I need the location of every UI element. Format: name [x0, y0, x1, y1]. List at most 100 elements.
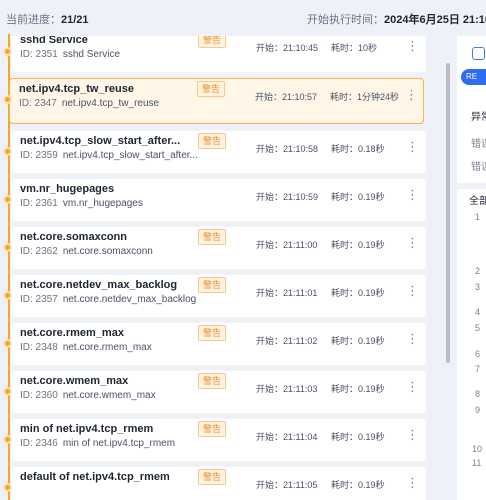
list-item[interactable]: sshd Service 警告 ID: 2351 sshd Service 开始：…: [11, 36, 426, 72]
item-duration: 耗时：0.19秒: [331, 384, 385, 394]
error-row: 错误: [471, 162, 486, 173]
item-subtitle: ID: 2348 net.core.rmem_max: [20, 342, 152, 353]
timeline-dot: [3, 339, 12, 348]
list-item[interactable]: vm.nr_hugepages ID: 2361 vm.nr_hugepages …: [11, 179, 426, 221]
item-key: sshd Service: [62, 49, 121, 60]
more-options-icon[interactable]: ⋮: [406, 140, 419, 154]
item-duration: 耗时：0.19秒: [331, 480, 385, 490]
item-name: net.ipv4.tcp_tw_reuse: [19, 83, 134, 95]
timeline-dot: [3, 435, 12, 444]
item-id: ID: 2359: [20, 150, 58, 161]
list-item[interactable]: net.ipv4.tcp_slow_start_after... 警告 ID: …: [11, 131, 426, 173]
more-options-icon[interactable]: ⋮: [405, 88, 418, 102]
item-key: net.core.wmem_max: [62, 390, 156, 401]
line-number: 10: [472, 444, 483, 454]
warning-badge: 警告: [198, 421, 227, 437]
item-name: min of net.ipv4.tcp_rmem: [20, 423, 154, 435]
line-number: 1: [475, 212, 481, 222]
item-name: net.core.rmem_max: [20, 327, 124, 339]
timeline-dot: [3, 47, 12, 56]
line-number: 11: [472, 458, 482, 468]
warning-badge: 警告: [197, 81, 226, 97]
more-options-icon[interactable]: ⋮: [406, 284, 419, 298]
panel-toggle-icon[interactable]: [472, 47, 485, 60]
item-key: net.ipv4.tcp_slow_start_after...: [62, 150, 198, 161]
item-duration: 耗时：1分钟24秒: [330, 92, 400, 102]
item-id: ID: 2351: [20, 49, 58, 60]
progress-value: 21/21: [61, 14, 89, 26]
more-options-icon[interactable]: ⋮: [406, 476, 419, 490]
item-start-time: 开始：21:11:00: [256, 240, 318, 250]
item-duration: 耗时：10秒: [331, 43, 378, 53]
item-name: net.core.somaxconn: [20, 231, 127, 243]
more-options-icon[interactable]: ⋮: [406, 332, 419, 346]
item-subtitle: ID: 2360 net.core.wmem_max: [20, 390, 156, 401]
list-item[interactable]: net.core.wmem_max 警告 ID: 2360 net.core.wm…: [11, 371, 426, 413]
item-duration: 耗时：0.19秒: [331, 240, 385, 250]
item-id: ID: 2360: [20, 390, 58, 401]
line-number: 9: [475, 405, 481, 415]
item-start-time: 开始：21:10:57: [255, 92, 318, 102]
start-time-value: 2024年6月25日 21:10:4: [384, 14, 486, 26]
item-subtitle: ID: 2361 vm.nr_hugepages: [20, 198, 143, 209]
detail-panel: [457, 36, 486, 500]
warning-badge: 警告: [198, 325, 227, 341]
item-start-time: 开始：21:11:03: [256, 384, 318, 394]
list-item[interactable]: min of net.ipv4.tcp_rmem 警告 ID: 2346 min …: [11, 419, 426, 461]
item-duration: 耗时：0.19秒: [331, 432, 385, 442]
timeline-dot: [3, 387, 12, 396]
warning-badge: 警告: [198, 373, 227, 389]
item-subtitle: ID: 2346 min of net.ipv4.tcp_rmem: [20, 438, 175, 449]
line-number: 4: [475, 307, 481, 317]
item-id: ID: 2361: [20, 198, 58, 209]
warning-badge: 警告: [198, 36, 227, 48]
list-item[interactable]: default of net.ipv4.tcp_rmem 警告 开始：21:11…: [11, 467, 426, 500]
item-subtitle: ID: 2359 net.ipv4.tcp_slow_start_after...: [20, 150, 198, 161]
item-name: net.core.netdev_max_backlog: [20, 279, 178, 291]
item-id: ID: 2362: [20, 246, 58, 257]
item-id: ID: 2348: [20, 342, 58, 353]
list-item[interactable]: net.core.rmem_max 警告 ID: 2348 net.core.rm…: [11, 323, 426, 365]
item-start-time: 开始：21:10:59: [256, 192, 319, 202]
all-section-title: 全部: [469, 196, 486, 207]
status-tag: RE: [461, 69, 486, 85]
warning-badge: 警告: [198, 229, 227, 245]
line-number: 6: [475, 349, 481, 359]
more-options-icon[interactable]: ⋮: [406, 380, 419, 394]
item-id: ID: 2347: [19, 98, 57, 109]
timeline-dot: [3, 147, 12, 156]
list-item[interactable]: net.core.somaxconn 警告 ID: 2362 net.core.s…: [11, 227, 426, 269]
more-options-icon[interactable]: ⋮: [406, 39, 419, 53]
timeline-dot: [3, 243, 12, 252]
list-item-active[interactable]: net.ipv4.tcp_tw_reuse 警告 ID: 2347 net.ipv…: [9, 78, 424, 124]
item-subtitle: ID: 2351 sshd Service: [20, 49, 120, 60]
timeline-dot: [3, 195, 12, 204]
item-start-time: 开始：21:11:04: [256, 432, 318, 442]
timeline-dot: [3, 95, 12, 104]
list-item[interactable]: net.core.netdev_max_backlog 警告 ID: 2357 n…: [11, 275, 426, 317]
item-duration: 耗时：0.19秒: [331, 336, 385, 346]
start-time-label: 开始执行时间：: [307, 14, 384, 26]
timeline-dot: [3, 483, 12, 492]
line-number: 5: [475, 323, 481, 333]
more-options-icon[interactable]: ⋮: [406, 188, 419, 202]
item-duration: 耗时：0.19秒: [331, 288, 385, 298]
item-id: ID: 2346: [20, 438, 58, 449]
item-duration: 耗时：0.19秒: [331, 192, 385, 202]
item-start-time: 开始：21:10:45: [256, 43, 319, 53]
item-id: ID: 2357: [20, 294, 58, 305]
item-start-time: 开始：21:11:02: [256, 336, 318, 346]
progress-label: 当前进度：: [6, 14, 61, 26]
more-options-icon[interactable]: ⋮: [406, 236, 419, 250]
item-start-time: 开始：21:11:01: [256, 288, 318, 298]
list-scrollbar-thumb[interactable]: [446, 63, 450, 363]
item-name: sshd Service: [20, 36, 88, 46]
timeline-dot: [3, 291, 12, 300]
line-number: 2: [475, 266, 481, 276]
item-subtitle: ID: 2362 net.core.somaxconn: [20, 246, 153, 257]
line-number: 7: [475, 364, 481, 374]
item-key: net.ipv4.tcp_tw_reuse: [61, 98, 160, 109]
warning-badge: 警告: [198, 469, 227, 485]
more-options-icon[interactable]: ⋮: [406, 428, 419, 442]
line-number: 8: [475, 389, 481, 399]
